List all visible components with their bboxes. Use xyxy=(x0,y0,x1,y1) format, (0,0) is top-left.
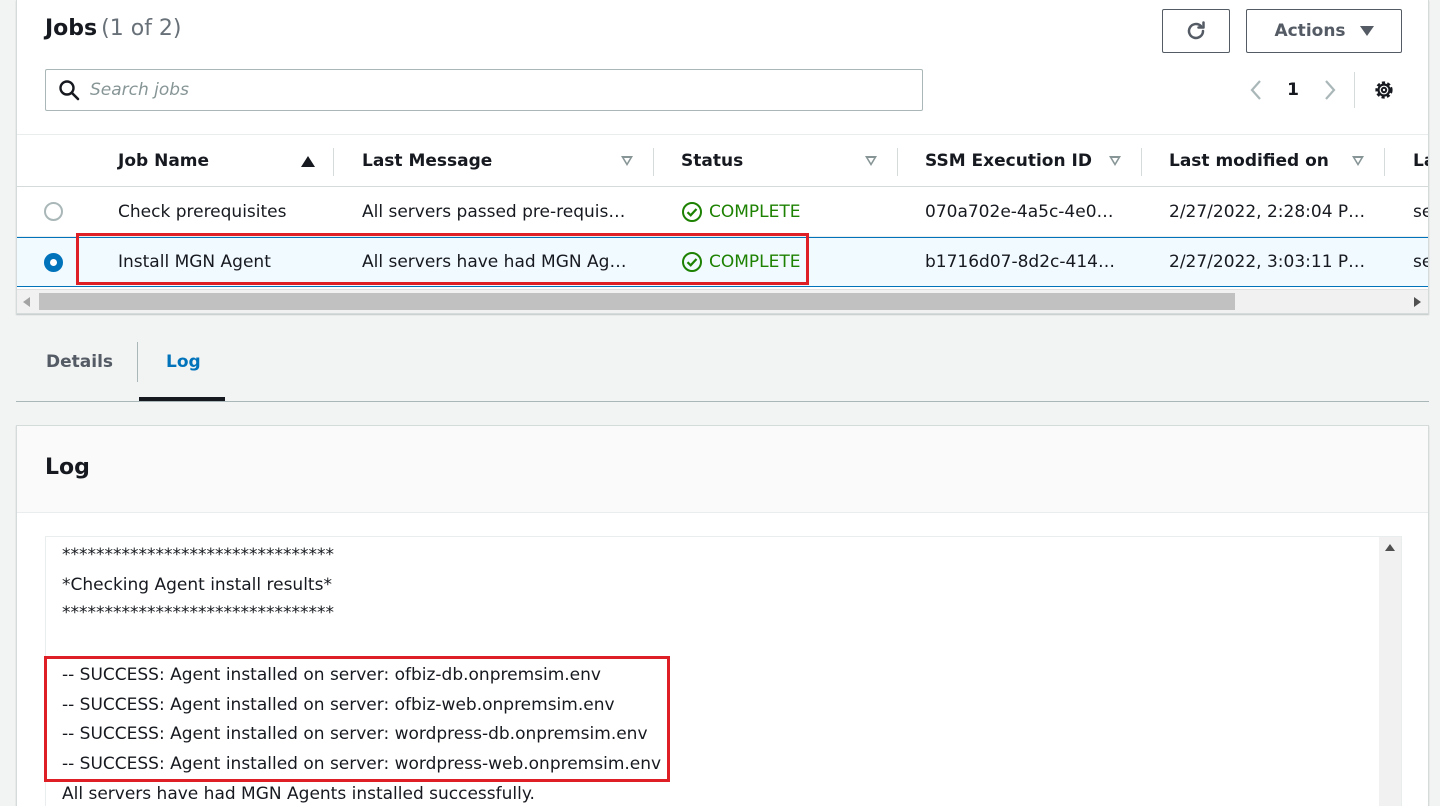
sort-ascending-icon xyxy=(301,156,315,167)
jobs-panel: Jobs(1 of 2) Actions 1 xyxy=(16,0,1429,314)
log-header: Log xyxy=(17,426,1428,513)
sort-icon xyxy=(1109,156,1121,166)
check-circle-icon xyxy=(682,252,702,272)
triangle-left-icon xyxy=(23,296,30,307)
tab-details[interactable]: Details xyxy=(46,322,113,401)
triangle-right-icon xyxy=(1414,296,1421,307)
scroll-left-button[interactable] xyxy=(17,290,37,313)
status-text: COMPLETE xyxy=(709,252,801,272)
ssm-execution-id-cell: 070a702e-4a5c-4e0… xyxy=(925,201,1114,222)
last-modified-cell: 2/27/2022, 2:28:04 P… xyxy=(1169,201,1366,222)
column-header-job-name[interactable]: Job Name xyxy=(118,135,318,187)
vertical-scrollbar[interactable] xyxy=(1379,537,1401,806)
log-panel: Log ******************************** *Ch… xyxy=(16,425,1429,806)
column-header-status[interactable]: Status xyxy=(681,135,861,187)
last-modified-cell: 2/27/2022, 3:03:11 P… xyxy=(1169,252,1366,272)
search-input[interactable] xyxy=(90,80,870,100)
job-name-cell: Check prerequisites xyxy=(118,201,287,222)
log-line: -- SUCCESS: Agent installed on server: w… xyxy=(62,724,648,744)
next-page-button[interactable] xyxy=(1313,72,1347,108)
truncated-cell: se xyxy=(1413,201,1428,222)
log-title: Log xyxy=(45,455,90,480)
preferences-button[interactable] xyxy=(1369,75,1399,105)
search-box[interactable] xyxy=(45,69,923,111)
sort-icon xyxy=(1352,156,1364,166)
log-line: -- SUCCESS: Agent installed on server: o… xyxy=(62,665,601,685)
horizontal-scrollbar[interactable] xyxy=(17,289,1428,313)
log-line: *Checking Agent install results* xyxy=(62,575,332,595)
log-line: -- SUCCESS: Agent installed on server: w… xyxy=(62,754,662,774)
page-number[interactable]: 1 xyxy=(1273,80,1313,100)
active-tab-indicator xyxy=(139,397,225,401)
column-header-last-modified[interactable]: Last modified on xyxy=(1169,135,1349,187)
ssm-execution-id-cell: b1716d07-8d2c-414… xyxy=(925,252,1115,272)
actions-button[interactable]: Actions xyxy=(1246,9,1402,53)
refresh-icon xyxy=(1187,21,1205,40)
jobs-title: Jobs (1 of 2) xyxy=(45,16,182,41)
column-header-label: La xyxy=(1413,151,1428,171)
log-line: -- SUCCESS: Agent installed on server: o… xyxy=(62,695,615,715)
gear-icon xyxy=(1375,81,1393,99)
table-row[interactable]: Check prerequisites All servers passed p… xyxy=(17,187,1428,237)
column-header-label: SSM Execution ID xyxy=(925,151,1092,171)
scroll-up-button[interactable] xyxy=(1379,537,1401,559)
sort-icon xyxy=(621,156,633,166)
chevron-left-icon xyxy=(1250,80,1261,100)
job-name-cell: Install MGN Agent xyxy=(118,252,271,272)
detail-tabs: Details Log xyxy=(16,322,1429,402)
row-radio[interactable] xyxy=(44,202,63,221)
tab-log[interactable]: Log xyxy=(166,322,201,401)
scroll-right-button[interactable] xyxy=(1408,290,1428,313)
scrollbar-thumb[interactable] xyxy=(39,293,1235,310)
search-icon xyxy=(59,80,80,101)
column-divider xyxy=(333,148,334,176)
last-message-cell: All servers have had MGN Ag… xyxy=(362,252,627,272)
column-header-ssm-execution-id[interactable]: SSM Execution ID xyxy=(925,135,1105,187)
refresh-button[interactable] xyxy=(1162,9,1230,53)
column-divider xyxy=(653,148,654,176)
column-header-last-message[interactable]: Last Message xyxy=(362,135,612,187)
actions-label: Actions xyxy=(1274,21,1346,41)
jobs-table: Job Name Last Message Status SSM Executi… xyxy=(17,134,1428,294)
status-cell: COMPLETE xyxy=(681,238,881,286)
jobs-count: (1 of 2) xyxy=(101,16,182,41)
column-divider xyxy=(1384,148,1385,176)
pager-divider xyxy=(1354,72,1355,108)
table-header: Job Name Last Message Status SSM Executi… xyxy=(17,134,1428,187)
status-cell: COMPLETE xyxy=(681,187,881,236)
column-header-label: Last modified on xyxy=(1169,151,1329,171)
row-radio-selected[interactable] xyxy=(44,253,63,272)
column-header-truncated[interactable]: La xyxy=(1413,135,1428,187)
log-line: ******************************** xyxy=(62,603,334,623)
caret-down-icon xyxy=(1359,26,1374,36)
column-divider xyxy=(897,148,898,176)
previous-page-button[interactable] xyxy=(1239,72,1273,108)
column-header-label: Job Name xyxy=(118,151,210,171)
status-text: COMPLETE xyxy=(709,201,801,222)
tab-divider xyxy=(137,342,138,382)
log-line: All servers have had MGN Agents installe… xyxy=(62,784,535,804)
column-header-label: Last Message xyxy=(362,151,493,171)
last-message-cell: All servers passed pre-requis… xyxy=(362,201,626,222)
log-line: ******************************** xyxy=(62,545,334,565)
pagination: 1 xyxy=(1239,72,1347,108)
truncated-cell: se xyxy=(1413,252,1428,272)
column-divider xyxy=(1141,148,1142,176)
check-circle-icon xyxy=(682,201,702,222)
jobs-title-text: Jobs xyxy=(45,16,98,41)
sort-icon xyxy=(865,156,877,166)
chevron-right-icon xyxy=(1325,80,1336,100)
log-output[interactable]: ******************************** *Checki… xyxy=(45,536,1402,806)
column-header-label: Status xyxy=(681,151,744,171)
triangle-up-icon xyxy=(1385,544,1395,551)
table-row-selected[interactable]: Install MGN Agent All servers have had M… xyxy=(17,237,1428,287)
